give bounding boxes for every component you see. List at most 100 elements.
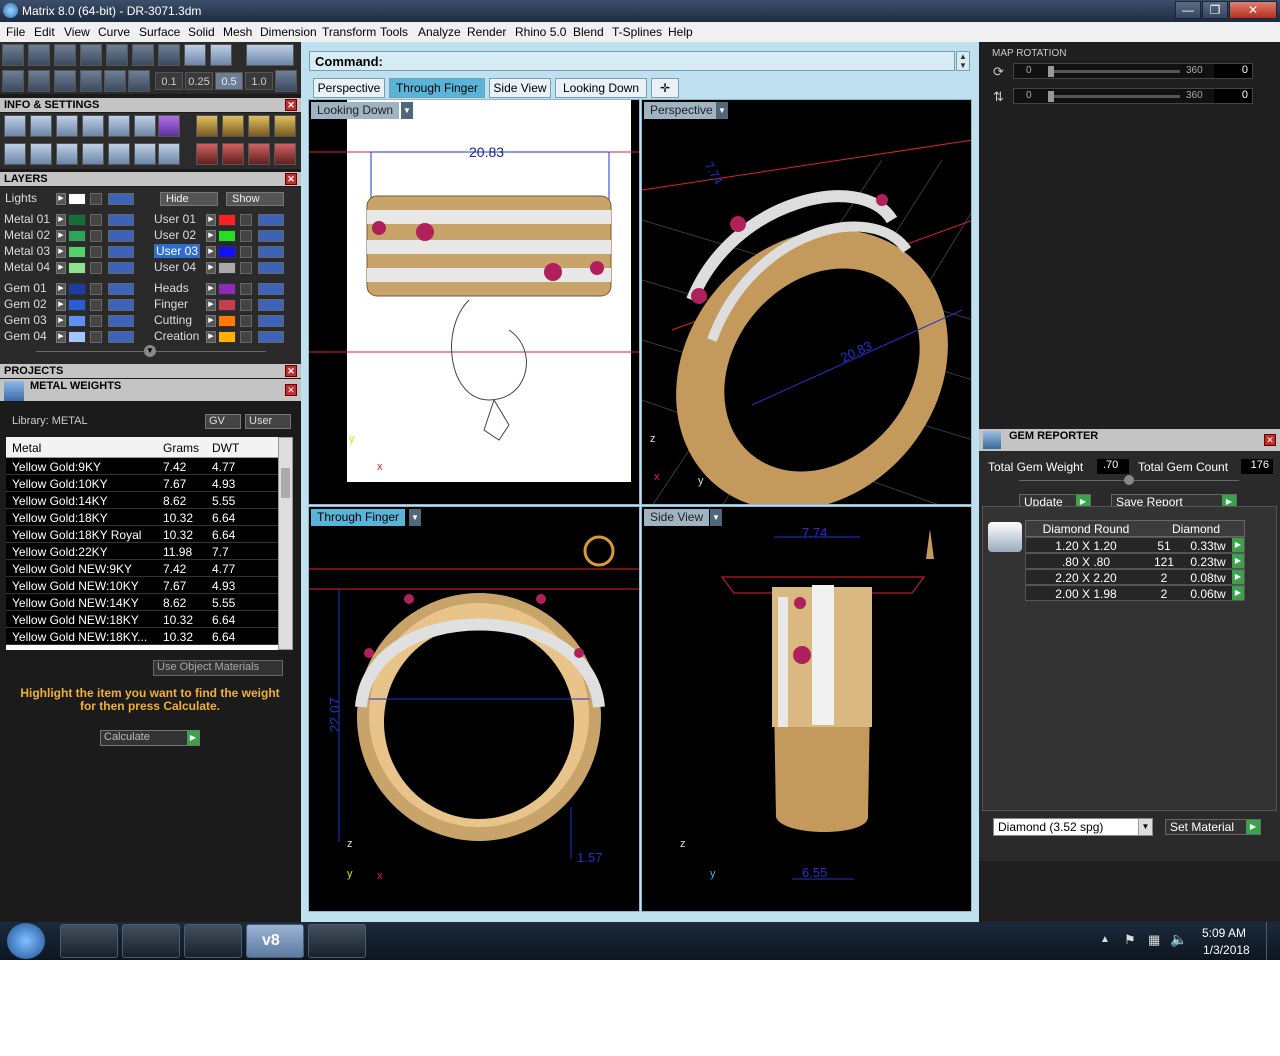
layer-lock-icon[interactable] (240, 283, 252, 295)
col-dwt[interactable]: DWT (212, 441, 239, 455)
tab-side-view[interactable]: Side View (489, 78, 551, 98)
layer-arrow-icon[interactable]: ▶ (206, 315, 216, 327)
menu-curve[interactable]: Curve (98, 25, 130, 39)
close-info-settings-icon[interactable]: ✕ (285, 99, 297, 111)
viewport-label-looking-down[interactable]: Looking Down (311, 102, 400, 119)
layer-label[interactable]: Cutting (154, 313, 192, 327)
target-tool-icon[interactable] (158, 44, 180, 66)
add-tab-button[interactable]: ✛ (651, 78, 679, 98)
clock-time[interactable]: 5:09 AM (1202, 926, 1246, 940)
show-hidden-icons[interactable]: ▲ (1100, 934, 1110, 945)
layer-lock-icon[interactable] (240, 214, 252, 226)
table-row[interactable]: Yellow Gold:14KY 8.62 5.55 (6, 492, 278, 509)
layer-arrow-icon[interactable]: ▶ (56, 331, 66, 343)
menu-transform[interactable]: Transform (322, 25, 376, 39)
expand-chevron-icon[interactable]: ▼ (144, 345, 156, 357)
curve-tool-icon[interactable] (106, 44, 128, 66)
viewport-dropdown-icon[interactable]: ▼ (401, 102, 413, 119)
gem-row[interactable]: .80 X .80 121 0.23tw ▶ (1025, 553, 1245, 569)
layer-visibility-toggle[interactable] (258, 331, 284, 343)
action-center-icon[interactable]: ⚑ (1124, 932, 1136, 948)
menu-solid[interactable]: Solid (188, 25, 215, 39)
cube-purple-icon[interactable] (158, 115, 180, 137)
lights-toggle-b[interactable] (108, 193, 134, 205)
layer-lock-icon[interactable] (240, 299, 252, 311)
snap-value-1.0[interactable]: 1.0 (245, 72, 273, 90)
layer-arrow-icon[interactable]: ▶ (56, 262, 66, 274)
layer-visibility-toggle[interactable] (108, 299, 134, 311)
cylinder-icon[interactable] (82, 143, 104, 165)
layer-visibility-toggle[interactable] (258, 299, 284, 311)
col-grams[interactable]: Grams (163, 441, 199, 455)
layer-label[interactable]: Gem 01 (4, 281, 47, 295)
box-icon[interactable] (82, 115, 104, 137)
close-projects-icon[interactable]: ✕ (285, 365, 297, 377)
metal-table-scrollbar[interactable] (278, 437, 293, 650)
viewport-label-side-view[interactable]: Side View (644, 509, 710, 526)
table-row[interactable]: Yellow Gold:18KY Royal 10.32 6.64 (6, 526, 278, 543)
layer-color-swatch[interactable] (68, 315, 86, 327)
layer-lock-icon[interactable] (240, 230, 252, 242)
table-row[interactable]: Yellow Gold NEW:14KY 8.62 5.55 (6, 594, 278, 611)
layer-color-swatch[interactable] (68, 230, 86, 242)
layer-arrow-icon[interactable]: ▶ (56, 299, 66, 311)
snap-b-icon[interactable] (210, 44, 232, 66)
gem-tool-b-icon[interactable] (222, 115, 244, 137)
gem-row[interactable]: 2.20 X 2.20 2 0.08tw ▶ (1025, 569, 1245, 585)
gem-collapse-icon[interactable] (1124, 475, 1134, 485)
menu-render[interactable]: Render (467, 25, 506, 39)
layer-visibility-toggle[interactable] (108, 230, 134, 242)
settings-gear-icon[interactable] (4, 115, 26, 137)
layer-color-swatch[interactable] (68, 262, 86, 274)
viewport-looking-down[interactable]: y x 20.83 Looking Down ▼ (308, 99, 640, 505)
menu-view[interactable]: View (64, 25, 90, 39)
menu-analyze[interactable]: Analyze (418, 25, 461, 39)
layer-label[interactable]: Metal 03 (4, 244, 50, 258)
menu-mesh[interactable]: Mesh (223, 25, 252, 39)
show-button[interactable]: Show (226, 192, 284, 206)
layer-label[interactable]: Gem 04 (4, 329, 47, 343)
circle-tool-icon[interactable] (132, 44, 154, 66)
gem-row-go-icon[interactable]: ▶ (1232, 570, 1244, 584)
layer-visibility-toggle[interactable] (108, 214, 134, 226)
menu-dimension[interactable]: Dimension (260, 25, 317, 39)
list-icon[interactable] (158, 143, 180, 165)
set-material-button[interactable]: Set Material ▶ (1165, 819, 1261, 835)
grid-view-icon[interactable] (2, 70, 24, 92)
polyline-tool-icon[interactable] (28, 44, 50, 66)
layer-visibility-toggle[interactable] (258, 315, 284, 327)
layer-color-swatch[interactable] (218, 214, 236, 226)
layer-lock-icon[interactable] (90, 214, 102, 226)
layer-label[interactable]: Creation (154, 329, 199, 343)
close-layers-icon[interactable]: ✕ (285, 173, 297, 185)
snap-c-icon[interactable] (246, 44, 294, 66)
show-desktop-button[interactable] (1266, 922, 1280, 960)
layer-arrow-icon[interactable]: ▶ (206, 246, 216, 258)
edit-icon[interactable] (134, 115, 156, 137)
filter-icon[interactable] (108, 143, 130, 165)
table-row[interactable]: Yellow Gold:18KY 10.32 6.64 (6, 509, 278, 526)
layer-label[interactable]: Gem 03 (4, 313, 47, 327)
layer-lock-icon[interactable] (90, 331, 102, 343)
layer-label[interactable]: Finger (154, 297, 188, 311)
lights-toggle-a[interactable] (90, 193, 102, 205)
tab-perspective[interactable]: Perspective (313, 78, 385, 98)
gem-row[interactable]: 2.00 X 1.98 2 0.06tw ▶ (1025, 585, 1245, 601)
layer-color-swatch[interactable] (218, 230, 236, 242)
clock-date[interactable]: 1/3/2018 (1203, 943, 1250, 957)
document-icon[interactable] (108, 115, 130, 137)
point-tool-icon[interactable] (2, 44, 24, 66)
layer-color-swatch[interactable] (68, 299, 86, 311)
layer-color-swatch[interactable] (218, 283, 236, 295)
layer-label[interactable]: User 01 (154, 212, 196, 226)
ring-app-taskbar-icon[interactable] (308, 924, 366, 958)
layer-color-swatch[interactable] (68, 283, 86, 295)
gem-row[interactable]: 1.20 X 1.20 51 0.33tw ▶ (1025, 537, 1245, 553)
layers-stack-icon[interactable] (56, 115, 78, 137)
menu-tsplines[interactable]: T-Splines (612, 25, 662, 39)
close-gem-reporter-icon[interactable]: ✕ (1264, 434, 1276, 446)
lights-swatch[interactable] (68, 193, 86, 205)
gem-row-go-icon[interactable]: ▶ (1232, 586, 1244, 600)
cube-view-icon[interactable] (28, 70, 50, 92)
layer-arrow-icon[interactable]: ▶ (56, 283, 66, 295)
